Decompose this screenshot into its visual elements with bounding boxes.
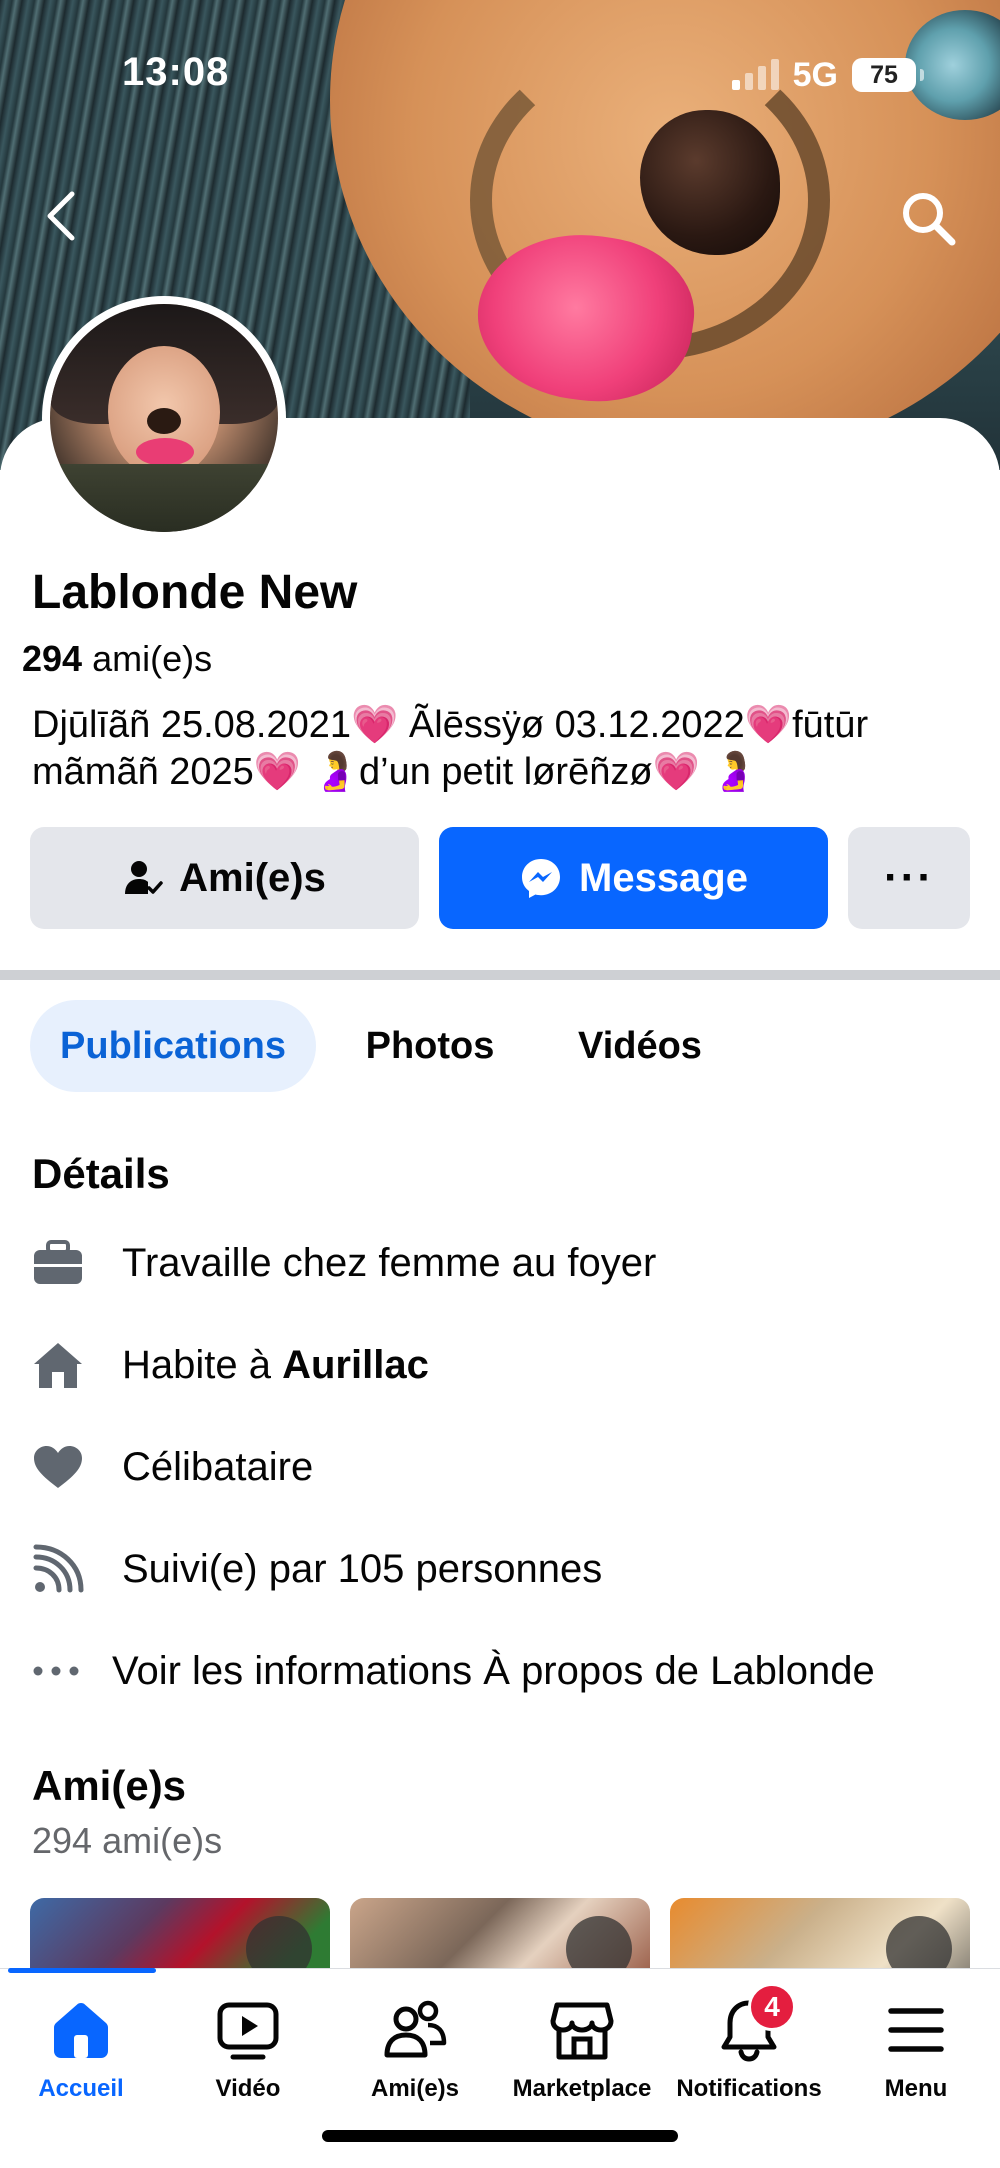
details-title: Détails [32, 1150, 170, 1197]
nav-video-label: Vidéo [215, 2075, 281, 2102]
marketplace-icon [550, 2002, 614, 2060]
briefcase-icon [34, 1240, 82, 1284]
section-divider [0, 970, 1000, 980]
friends-button-label: Ami(e)s [179, 855, 326, 900]
nav-home[interactable]: Accueil [0, 1997, 164, 2103]
active-tab-indicator [8, 1968, 156, 1973]
detail-about-link[interactable]: Voir les informations À propos de Lablon… [32, 1636, 982, 1706]
friends-button[interactable]: Ami(e)s [30, 827, 419, 929]
detail-work-text: Travaille chez femme au foyer [122, 1240, 657, 1285]
profile-name: Lablonde New [32, 566, 358, 619]
tab-publications-label: Publications [60, 1024, 286, 1067]
tab-publications[interactable]: Publications [30, 1000, 316, 1092]
tab-photos-label: Photos [365, 1024, 495, 1067]
nav-friends-label: Ami(e)s [370, 2075, 460, 2102]
detail-lives-prefix: Habite à [122, 1342, 283, 1387]
bio-line-1: Djūlīãñ 25.08.2021💗 Ãlēssÿø 03.12.2022💗f… [32, 704, 869, 746]
search-icon [903, 193, 956, 246]
detail-followers[interactable]: Suivi(e) par 105 personnes [32, 1534, 982, 1604]
detail-relationship-text: Célibataire [122, 1444, 314, 1489]
nav-menu[interactable]: Menu [833, 1997, 999, 2103]
nav-menu-label: Menu [884, 2075, 948, 2102]
detail-lives-city[interactable]: Aurillac [282, 1343, 429, 1387]
heart-icon [34, 1446, 82, 1488]
status-time: 13:08 [122, 50, 230, 94]
tab-photos[interactable]: Photos [345, 1000, 515, 1092]
detail-lives: Habite à Aurillac [32, 1330, 982, 1400]
profile-bio: Djūlīãñ 25.08.2021💗 Ãlēssÿø 03.12.2022💗f… [32, 702, 962, 796]
nav-video[interactable]: Vidéo [165, 1997, 331, 2103]
messenger-icon [522, 859, 560, 898]
friends-section-count: 294 ami(e)s [32, 1820, 223, 1861]
friends-count-line[interactable]: 294 ami(e)s [22, 638, 212, 680]
back-button[interactable] [38, 188, 86, 244]
status-right: 5G 75 [731, 50, 924, 100]
person-check-icon [125, 861, 163, 894]
nav-marketplace[interactable]: Marketplace [499, 1997, 665, 2103]
tab-videos-label: Vidéos [578, 1024, 702, 1067]
bio-line-2: mãmãñ 2025💗 🤰d’un petit lørēñzø💗 🤰 [32, 751, 758, 793]
rss-icon [33, 1544, 84, 1593]
signal-icon [731, 59, 779, 90]
battery-icon: 75 [852, 58, 924, 92]
nav-notifications-label: Notifications [676, 2075, 822, 2102]
message-button[interactable]: Message [439, 827, 828, 929]
network-type: 5G [792, 55, 838, 94]
nav-friends[interactable]: Ami(e)s [332, 1997, 498, 2103]
search-button[interactable] [898, 188, 960, 250]
more-dots-icon: ··· [884, 853, 934, 902]
nav-marketplace-label: Marketplace [512, 2075, 652, 2102]
friends-section-title: Ami(e)s [32, 1762, 187, 1809]
hamburger-menu-icon [888, 2008, 944, 2052]
more-options-button[interactable]: ··· [848, 827, 970, 929]
home-icon [54, 2003, 108, 2058]
video-icon [217, 2002, 279, 2060]
friends-count: 294 [22, 638, 83, 679]
notifications-badge: 4 [748, 1983, 796, 2031]
chevron-left-icon [47, 191, 75, 241]
avatar [50, 304, 278, 532]
detail-relationship: Célibataire [32, 1432, 982, 1502]
friends-icon [384, 2000, 447, 2058]
message-button-label: Message [579, 855, 748, 900]
detail-about-text: Voir les informations À propos de Lablon… [112, 1648, 875, 1693]
home-indicator[interactable] [322, 2130, 678, 2142]
friends-label: ami(e)s [92, 638, 213, 679]
profile-picture[interactable] [42, 296, 286, 540]
home-icon [34, 1343, 82, 1388]
nav-notifications[interactable]: 4 Notifications [666, 1983, 832, 2103]
detail-lives-text: Habite à Aurillac [122, 1343, 429, 1388]
tab-videos[interactable]: Vidéos [560, 1000, 720, 1092]
nav-home-label: Accueil [38, 2075, 124, 2102]
detail-followers-text: Suivi(e) par 105 personnes [122, 1546, 603, 1591]
detail-work: Travaille chez femme au foyer [32, 1228, 982, 1298]
more-horizontal-icon [33, 1666, 79, 1676]
battery-level: 75 [870, 60, 898, 89]
